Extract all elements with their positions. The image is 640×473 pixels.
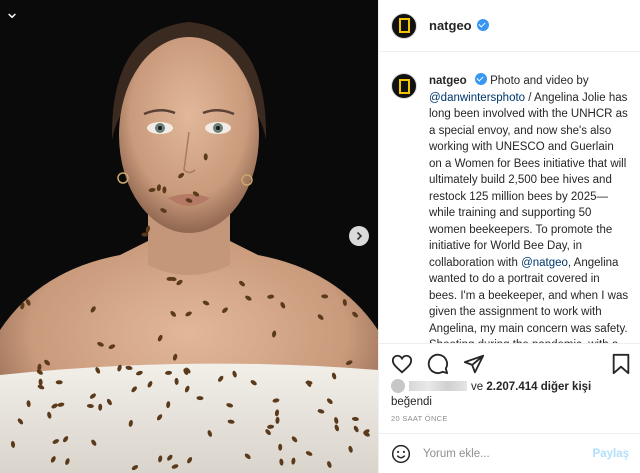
verified-badge-icon — [476, 19, 489, 31]
blurred-liker-name — [409, 381, 467, 391]
action-bar — [379, 343, 640, 383]
collapse-icon[interactable]: ⌄ — [2, 2, 22, 22]
mention-danwintersphoto[interactable]: @danwintersphoto — [429, 92, 525, 104]
likes-others-text: diğer kişi — [540, 381, 592, 393]
caption-avatar[interactable] — [391, 73, 417, 99]
post-side-panel: natgeo natgeo Photo and video by @danwin… — [378, 0, 640, 473]
post-photo[interactable]: ⌄ — [0, 0, 378, 473]
likes-count-link[interactable]: 2.207.414 diğer kişi — [486, 381, 591, 393]
caption-area: natgeo Photo and video by @danwinterspho… — [379, 53, 640, 343]
comment-input[interactable] — [423, 447, 593, 460]
caption-text: natgeo Photo and video by @danwinterspho… — [429, 73, 629, 343]
caption-part-3: , Angelina wanted to do a portrait cover… — [429, 256, 629, 344]
avatar[interactable] — [391, 12, 417, 39]
post-header: natgeo — [379, 0, 640, 52]
portrait-image — [0, 0, 378, 473]
comment-bar: Paylaş — [379, 433, 640, 473]
heart-icon[interactable] — [391, 353, 413, 375]
likes-count: 2.207.414 — [486, 381, 538, 393]
natgeo-logo — [398, 78, 410, 94]
mention-natgeo[interactable]: @natgeo — [521, 257, 568, 269]
caption-username[interactable]: natgeo — [429, 75, 467, 87]
caption-part-2: / Angelina Jolie has long been involved … — [429, 91, 628, 269]
likes-liked-text: beğendi — [391, 396, 432, 408]
bookmark-icon[interactable] — [611, 353, 631, 375]
emoji-icon[interactable] — [391, 444, 411, 464]
header-username[interactable]: natgeo — [429, 18, 489, 33]
likes-and-text: ve — [471, 381, 484, 393]
chevron-right-icon[interactable] — [349, 226, 369, 246]
comment-icon[interactable] — [427, 353, 449, 375]
verified-badge-icon — [474, 73, 487, 85]
likes-summary: ve 2.207.414 diğer kişi beğendi — [391, 379, 631, 410]
natgeo-logo — [398, 18, 410, 33]
username-text[interactable]: natgeo — [429, 18, 472, 33]
post-comment-button[interactable]: Paylaş — [593, 448, 629, 460]
share-icon[interactable] — [463, 353, 485, 375]
caption-part-1: Photo and video by — [490, 75, 589, 87]
post-timestamp[interactable]: 20 SAAT ÖNCE — [391, 414, 448, 423]
liker-avatar[interactable] — [391, 379, 405, 393]
